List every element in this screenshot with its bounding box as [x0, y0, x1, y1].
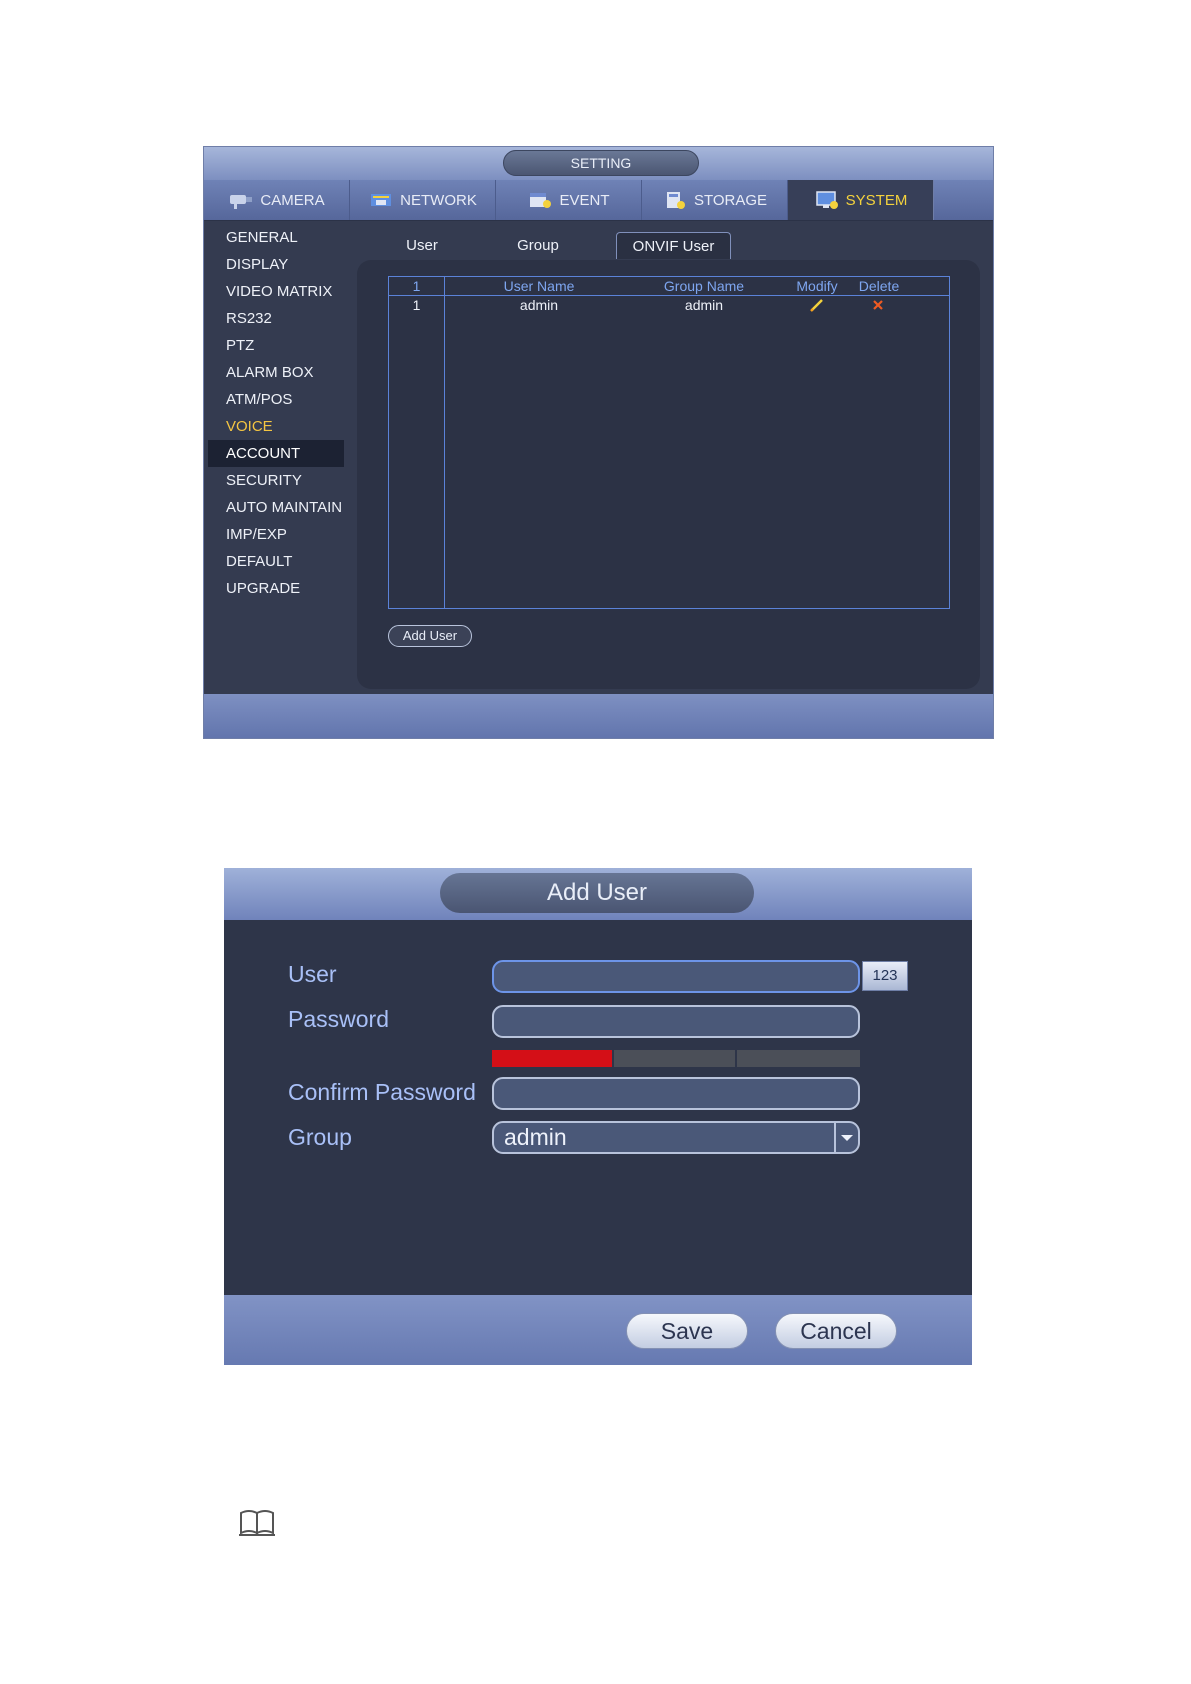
setting-titlebar: SETTING [204, 147, 993, 180]
tab-storage-label: STORAGE [693, 191, 768, 209]
sidebar-item-voice[interactable]: VOICE [208, 413, 344, 440]
confirm-password-input[interactable] [492, 1077, 860, 1110]
user-label: User [288, 961, 337, 987]
dialog-title: Add User [440, 873, 754, 913]
table-column-separator [444, 277, 445, 608]
camera-icon [230, 195, 253, 209]
add-user-dialog: Add User User 123 Password Confirm Passw… [224, 868, 972, 1365]
sidebar-item-rs232[interactable]: RS232 [208, 305, 344, 332]
row-user-name: admin [519, 297, 559, 313]
strength-segment-3 [737, 1050, 860, 1067]
user-input[interactable] [492, 960, 860, 993]
storage-icon [666, 192, 685, 209]
x-icon[interactable] [872, 299, 884, 311]
tab-camera[interactable]: CAMERA [204, 180, 350, 220]
sidebar-item-account[interactable]: ACCOUNT [208, 440, 344, 467]
sidebar-item-security[interactable]: SECURITY [208, 467, 344, 494]
network-icon [371, 194, 392, 206]
strength-segment-2 [614, 1050, 735, 1067]
sidebar-item-display[interactable]: DISPLAY [208, 251, 344, 278]
setting-footer [204, 694, 993, 738]
sidebar-item-general[interactable]: GENERAL [208, 224, 344, 251]
row-group-name: admin [684, 297, 724, 313]
sidebar-item-alarm-box[interactable]: ALARM BOX [208, 359, 344, 386]
group-select-value: admin [504, 1124, 567, 1150]
sidebar-item-ptz[interactable]: PTZ [208, 332, 344, 359]
subtab-user[interactable]: User [382, 232, 462, 259]
header-group-name: Group Name [663, 278, 745, 294]
save-button[interactable]: Save [626, 1313, 748, 1349]
subtab-onvif-user[interactable]: ONVIF User [616, 232, 731, 259]
setting-window: SETTING CAMERA NETWORK EVENT STORAGE SYS… [203, 146, 994, 739]
setting-title: SETTING [503, 150, 699, 176]
password-input[interactable] [492, 1005, 860, 1038]
sidebar-item-video-matrix[interactable]: VIDEO MATRIX [208, 278, 344, 305]
sidebar-item-upgrade[interactable]: UPGRADE [208, 575, 344, 602]
tab-network[interactable]: NETWORK [350, 180, 496, 220]
cancel-button[interactable]: Cancel [775, 1313, 897, 1349]
header-delete: Delete [858, 278, 900, 294]
tab-camera-label: CAMERA [260, 191, 325, 209]
dialog-titlebar: Add User [224, 868, 972, 920]
keyboard-button[interactable]: 123 [862, 961, 908, 991]
add-user-button[interactable]: Add User [388, 625, 472, 647]
header-modify: Modify [796, 278, 838, 294]
password-label: Password [288, 1006, 389, 1032]
user-table: 1 User Name Group Name Modify Delete 1 a… [388, 276, 950, 609]
event-icon [530, 193, 552, 208]
content-panel: 1 User Name Group Name Modify Delete 1 a… [357, 260, 980, 689]
group-select[interactable]: admin [492, 1121, 860, 1154]
header-user-name: User Name [503, 278, 575, 294]
chevron-down-icon[interactable] [834, 1123, 858, 1152]
main-tabbar: CAMERA NETWORK EVENT STORAGE SYSTEM [204, 180, 993, 221]
tab-system[interactable]: SYSTEM [788, 180, 934, 220]
tab-system-label: SYSTEM [845, 191, 908, 209]
tab-storage[interactable]: STORAGE [642, 180, 788, 220]
sidebar-item-auto-maintain[interactable]: AUTO MAINTAIN [208, 494, 344, 521]
sidebar-item-atm-pos[interactable]: ATM/POS [208, 386, 344, 413]
tab-event[interactable]: EVENT [496, 180, 642, 220]
row-index: 1 [412, 297, 421, 313]
confirm-password-label: Confirm Password [288, 1079, 476, 1105]
header-index: 1 [412, 278, 421, 294]
sidebar: GENERAL DISPLAY VIDEO MATRIX RS232 PTZ A… [208, 224, 344, 602]
subtab-group[interactable]: Group [498, 232, 578, 259]
book-icon [239, 1510, 275, 1536]
pencil-icon[interactable] [809, 298, 825, 312]
sidebar-item-imp-exp[interactable]: IMP/EXP [208, 521, 344, 548]
tab-network-label: NETWORK [400, 191, 477, 209]
system-icon [815, 191, 838, 209]
group-label: Group [288, 1124, 352, 1150]
dialog-footer: Save Cancel [224, 1295, 972, 1365]
strength-segment-1 [492, 1050, 612, 1067]
tab-event-label: EVENT [559, 191, 610, 209]
sidebar-item-default[interactable]: DEFAULT [208, 548, 344, 575]
